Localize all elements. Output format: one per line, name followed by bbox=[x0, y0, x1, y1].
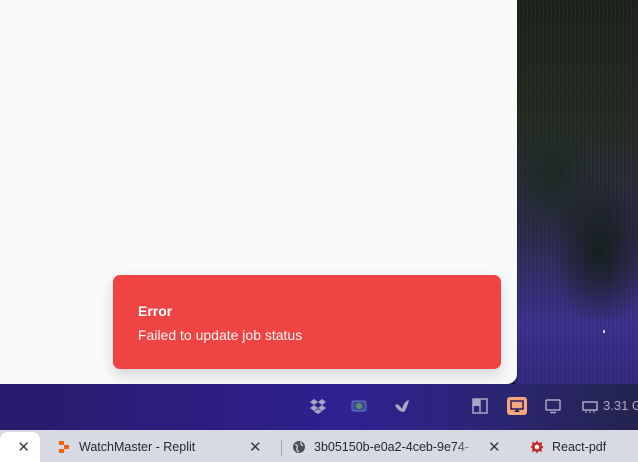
toast-title: Error bbox=[138, 303, 173, 319]
react-pdf-icon bbox=[530, 440, 544, 454]
tab-active[interactable]: ✕ bbox=[0, 432, 40, 462]
screen-mirror-icon[interactable] bbox=[507, 397, 527, 415]
close-tab-icon[interactable]: ✕ bbox=[17, 438, 30, 456]
tab-label: React-pdf bbox=[552, 440, 607, 454]
error-toast[interactable]: Error Failed to update job status bbox=[113, 275, 501, 369]
window-layout-icon[interactable] bbox=[470, 397, 490, 415]
replit-icon bbox=[57, 440, 71, 454]
close-tab-icon[interactable]: ✕ bbox=[249, 438, 262, 456]
bird-icon[interactable] bbox=[392, 397, 412, 415]
desktop-wallpaper bbox=[515, 0, 638, 430]
dropbox-icon[interactable] bbox=[308, 397, 328, 415]
screen-capture-icon[interactable] bbox=[349, 397, 369, 415]
memory-status: 3.31 G bbox=[603, 398, 638, 413]
tab-uuid-page[interactable]: 3b05150b-e0a2-4ceb-9e74- ✕ bbox=[292, 432, 508, 462]
tab-react-pdf[interactable]: React-pdf bbox=[530, 432, 638, 462]
tab-label: 3b05150b-e0a2-4ceb-9e74- bbox=[314, 440, 469, 454]
tab-divider bbox=[281, 440, 282, 456]
tab-label: WatchMaster - Replit bbox=[79, 440, 196, 454]
globe-icon bbox=[292, 440, 306, 454]
close-tab-icon[interactable]: ✕ bbox=[488, 438, 501, 456]
tab-watchmaster-replit[interactable]: WatchMaster - Replit ✕ bbox=[57, 432, 275, 462]
toast-description: Failed to update job status bbox=[138, 327, 303, 343]
memory-icon[interactable] bbox=[580, 397, 600, 415]
wallpaper-light bbox=[603, 330, 605, 333]
display-icon[interactable] bbox=[543, 397, 563, 415]
